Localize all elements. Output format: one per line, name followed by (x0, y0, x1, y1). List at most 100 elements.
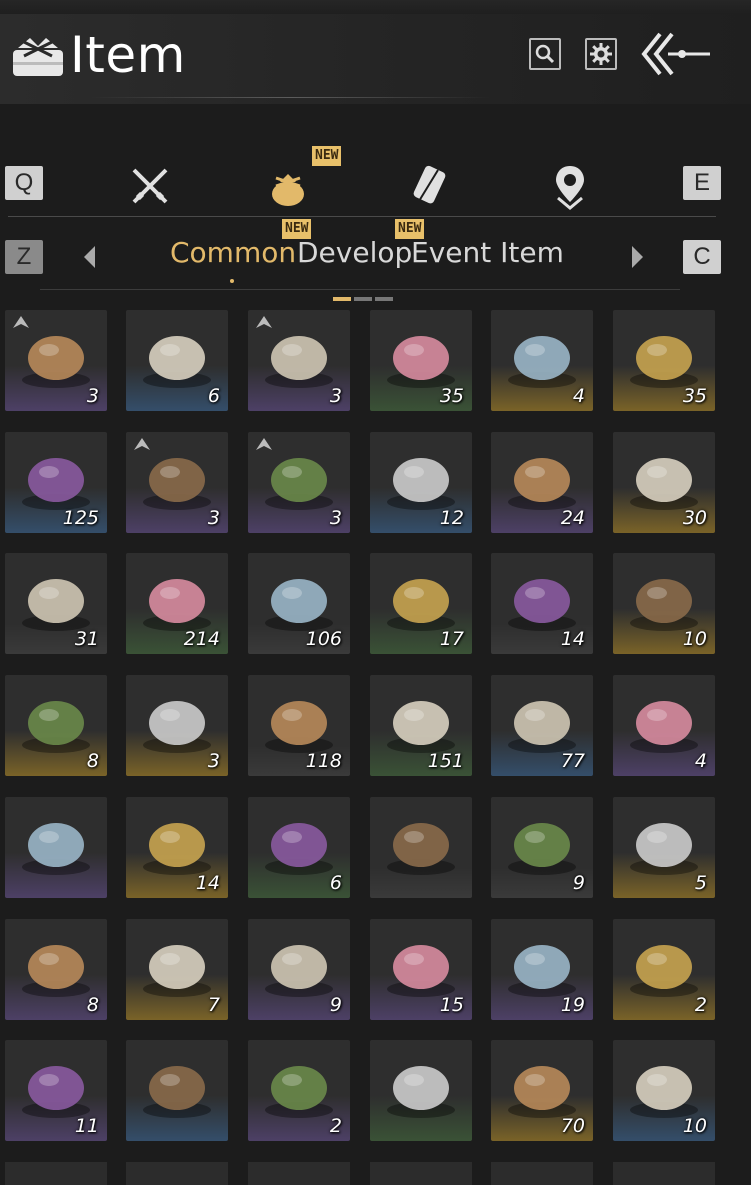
item-slot[interactable]: 8 (5, 675, 107, 776)
item-slot[interactable]: 3 (5, 310, 107, 411)
item-count: 2 (329, 1115, 342, 1137)
item-slot[interactable]: 77 (491, 675, 593, 776)
next-arrow[interactable] (632, 246, 643, 268)
item-count: 106 (305, 628, 342, 650)
key-hint-left[interactable]: Q (5, 166, 43, 200)
page-title: Item (70, 26, 186, 84)
item-slot[interactable]: 118 (248, 675, 350, 776)
crossed-swords-icon (132, 168, 168, 204)
item-slot[interactable]: 31 (5, 553, 107, 654)
category-row: Q NEW E (0, 140, 751, 220)
item-slot[interactable]: 5 (613, 797, 715, 898)
scroll-quill-icon (413, 165, 446, 207)
pouch-icon (272, 174, 304, 206)
item-slot[interactable]: 9 (491, 797, 593, 898)
item-count: 19 (560, 994, 585, 1016)
item-count: 3 (329, 507, 342, 529)
back-arrows-icon[interactable] (640, 30, 720, 78)
item-count: 10 (682, 1115, 707, 1137)
top-strip (0, 0, 751, 14)
item-slot[interactable] (5, 797, 107, 898)
location-pin-icon (556, 166, 584, 210)
item-slot[interactable]: 4 (491, 310, 593, 411)
item-slot[interactable]: 35 (370, 310, 472, 411)
gear-icon (590, 43, 612, 65)
tab-equipment[interactable] (120, 160, 180, 212)
active-dot (230, 279, 234, 283)
item-slot[interactable]: 214 (126, 553, 228, 654)
item-slot[interactable]: 24 (491, 432, 593, 533)
page-dot-3 (375, 297, 393, 301)
tab-common[interactable]: Common (170, 236, 296, 269)
item-slot[interactable]: 2 (248, 1040, 350, 1141)
settings-button[interactable] (585, 38, 617, 70)
item-slot[interactable]: 12 (370, 432, 472, 533)
partial-cell[interactable] (370, 1162, 472, 1185)
item-count: 7 (207, 994, 220, 1016)
item-slot[interactable]: 35 (613, 310, 715, 411)
item-slot[interactable]: 106 (248, 553, 350, 654)
item-slot[interactable]: 10 (613, 553, 715, 654)
item-slot[interactable]: 3 (248, 432, 350, 533)
key-hint-z[interactable]: Z (5, 240, 43, 274)
item-count: 125 (62, 507, 99, 529)
item-count: 12 (439, 507, 464, 529)
search-button[interactable] (529, 38, 561, 70)
tab-documents[interactable] (400, 160, 460, 212)
item-count: 8 (86, 750, 99, 772)
item-slot[interactable]: 8 (5, 919, 107, 1020)
item-count: 4 (694, 750, 707, 772)
item-count: 3 (329, 385, 342, 407)
item-count: 5 (694, 872, 707, 894)
item-slot[interactable]: 9 (248, 919, 350, 1020)
item-slot[interactable]: 125 (5, 432, 107, 533)
item-count: 3 (207, 750, 220, 772)
item-count: 214 (183, 628, 220, 650)
tag-icon (256, 316, 272, 328)
item-slot[interactable]: 2 (613, 919, 715, 1020)
item-slot[interactable]: 151 (370, 675, 472, 776)
item-slot[interactable] (126, 1040, 228, 1141)
item-count: 15 (439, 994, 464, 1016)
prev-arrow[interactable] (84, 246, 95, 268)
item-slot[interactable]: 10 (613, 1040, 715, 1141)
item-count: 8 (86, 994, 99, 1016)
item-slot[interactable]: 3 (126, 675, 228, 776)
item-count: 11 (74, 1115, 99, 1137)
item-slot[interactable]: 30 (613, 432, 715, 533)
partial-cell[interactable] (491, 1162, 593, 1185)
item-slot[interactable]: 17 (370, 553, 472, 654)
item-count: 35 (682, 385, 707, 407)
tag-icon (134, 438, 150, 450)
item-slot[interactable]: 4 (613, 675, 715, 776)
tab-develop[interactable]: Develop (297, 236, 412, 269)
item-slot[interactable]: 6 (248, 797, 350, 898)
key-hint-c[interactable]: C (683, 240, 721, 274)
tab-event-item[interactable]: Event Item (411, 236, 564, 269)
item-slot[interactable]: 11 (5, 1040, 107, 1141)
partial-cell[interactable] (248, 1162, 350, 1185)
key-hint-right[interactable]: E (683, 166, 721, 200)
item-slot[interactable]: 15 (370, 919, 472, 1020)
item-count: 24 (560, 507, 585, 529)
partial-cell[interactable] (613, 1162, 715, 1185)
item-slot[interactable]: 19 (491, 919, 593, 1020)
tab-locations[interactable] (540, 160, 600, 212)
item-slot[interactable]: 3 (248, 310, 350, 411)
item-slot[interactable]: 14 (491, 553, 593, 654)
item-slot[interactable]: 3 (126, 432, 228, 533)
item-slot[interactable]: 14 (126, 797, 228, 898)
painting-scroll-icon (143, 1066, 211, 1118)
item-count: 2 (694, 994, 707, 1016)
header: Item (0, 14, 751, 104)
item-slot[interactable] (370, 797, 472, 898)
partial-cell[interactable] (5, 1162, 107, 1185)
item-slot[interactable]: 7 (126, 919, 228, 1020)
tab-items[interactable] (258, 160, 318, 212)
item-slot[interactable]: 6 (126, 310, 228, 411)
item-slot[interactable] (370, 1040, 472, 1141)
page-dot-2 (354, 297, 372, 301)
item-count: 3 (207, 507, 220, 529)
partial-cell[interactable] (126, 1162, 228, 1185)
item-slot[interactable]: 70 (491, 1040, 593, 1141)
